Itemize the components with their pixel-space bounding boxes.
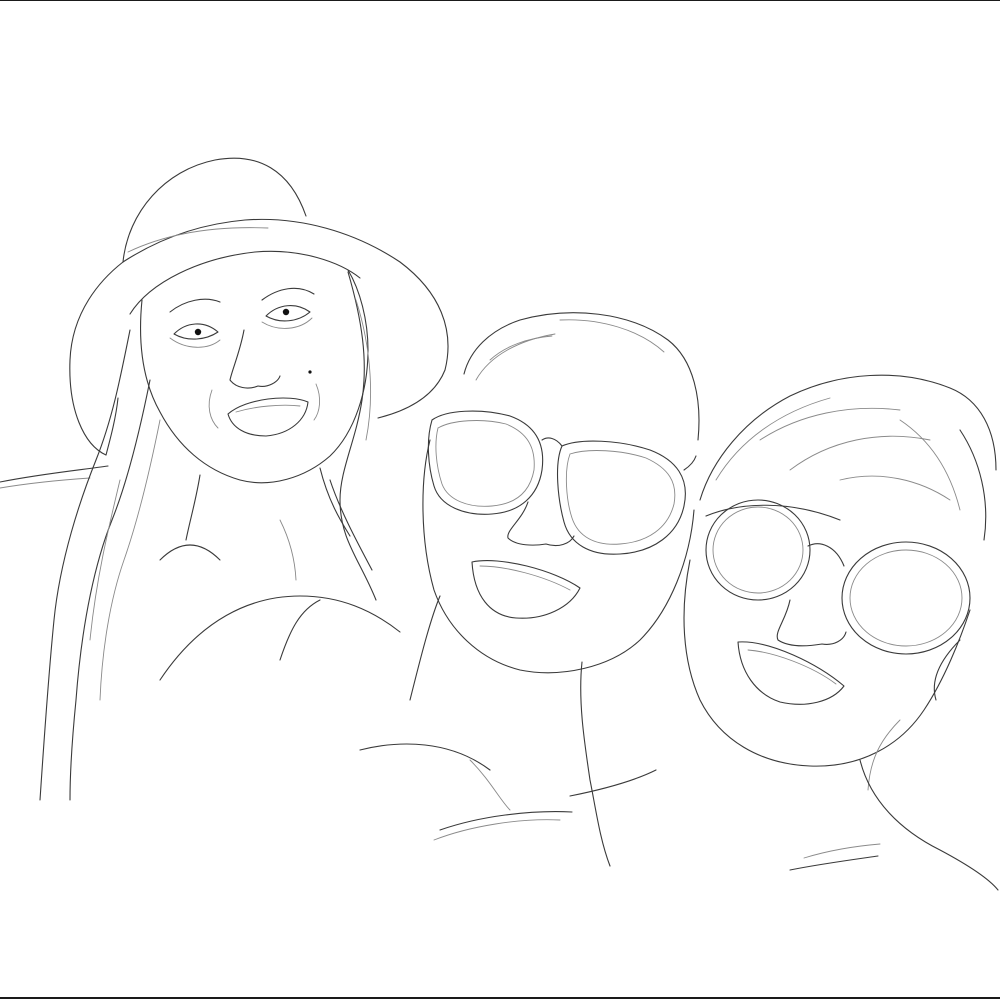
woman-in-cat-eye-sunglasses [359,312,700,867]
sunglasses-right-lens [841,541,971,655]
sunglasses-right-lens [557,440,686,555]
line-art-canvas [0,0,1000,1000]
woman-in-hat [39,157,449,801]
sunglasses-left-lens [427,410,544,515]
bottom-border [0,997,1000,999]
face-outline [683,559,971,767]
line-art-drawing [0,157,999,891]
smile [737,641,845,705]
sunglasses-left-lens [705,499,811,601]
smile [227,397,309,437]
face-outline [140,269,369,484]
hat-brim [69,261,124,456]
woman-in-round-sunglasses [683,374,999,891]
smile [471,560,581,619]
face-outline [422,439,695,674]
